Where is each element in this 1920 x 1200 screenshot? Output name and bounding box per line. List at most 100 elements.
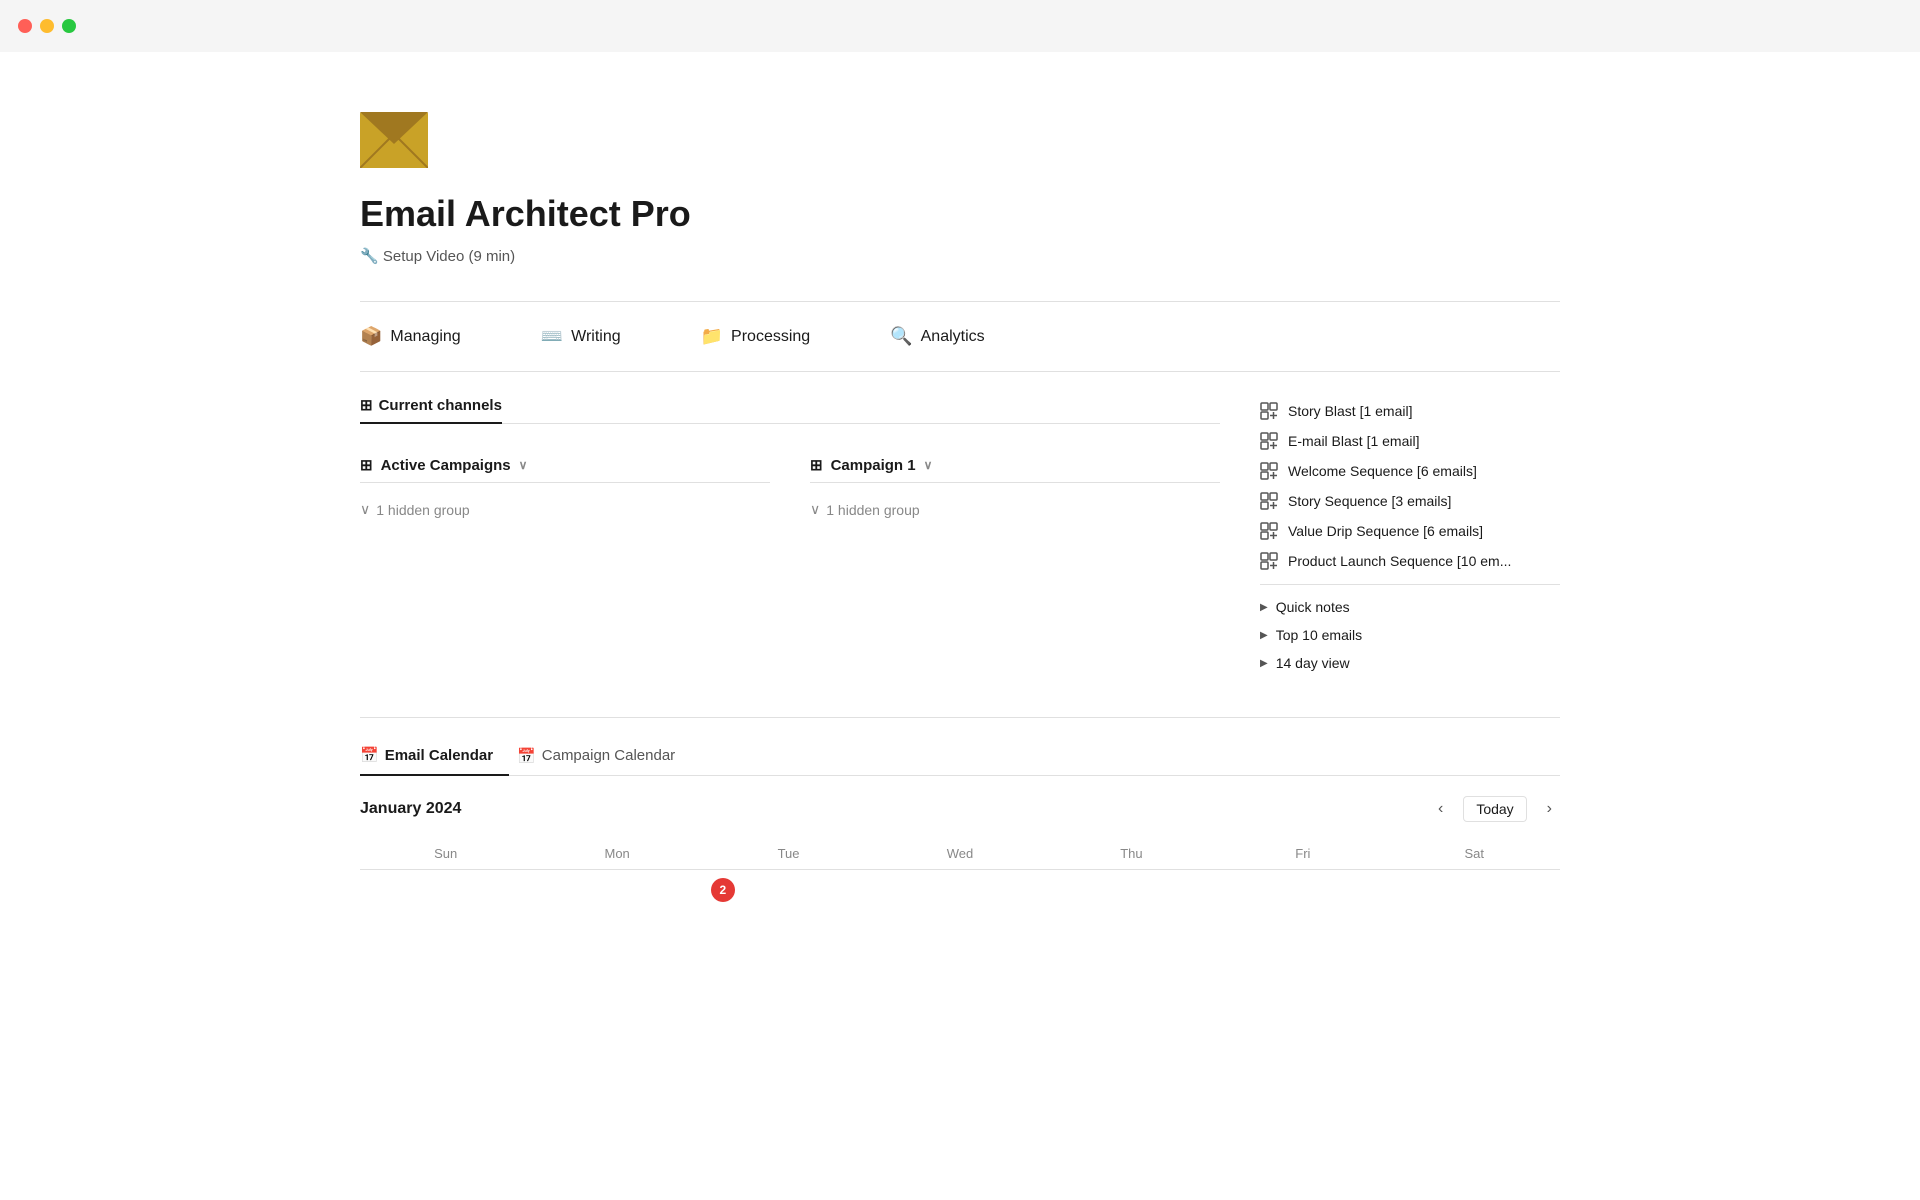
calendar-tabs: 📅 Email Calendar 📅 Campaign Calendar bbox=[360, 738, 1560, 776]
cal-cell-sun[interactable] bbox=[360, 869, 531, 949]
sidebar-item-story-blast[interactable]: Story Blast [1 email] bbox=[1260, 396, 1560, 426]
email-calendar-label: Email Calendar bbox=[385, 747, 493, 764]
db-views-row: ⊞ Active Campaigns ∨ ∨ 1 hidden group ⊞ … bbox=[360, 456, 1220, 524]
campaign-cal-icon: 📅 bbox=[517, 747, 536, 765]
top-10-label: Top 10 emails bbox=[1276, 627, 1362, 643]
setup-video-link[interactable]: 🔧 Setup Video (9 min) bbox=[360, 247, 1560, 265]
db-view-campaign-1: ⊞ Campaign 1 ∨ ∨ 1 hidden group bbox=[810, 456, 1220, 524]
processing-icon: 📁 bbox=[701, 326, 723, 347]
nav-managing-label: Managing bbox=[390, 328, 460, 346]
calendar-nav: ‹ Today › bbox=[1430, 796, 1560, 822]
campaign-1-hidden-group[interactable]: ∨ 1 hidden group bbox=[810, 495, 1220, 524]
tab-current-channels-label: Current channels bbox=[379, 397, 502, 414]
sidebar-divider bbox=[1260, 584, 1560, 585]
main-content: Email Architect Pro 🔧 Setup Video (9 min… bbox=[260, 52, 1660, 949]
cal-header-mon: Mon bbox=[531, 838, 702, 869]
cal-header-wed: Wed bbox=[874, 838, 1045, 869]
cal-cell-mon[interactable] bbox=[531, 869, 702, 949]
nav-writing-label: Writing bbox=[571, 328, 621, 346]
close-button[interactable] bbox=[18, 19, 32, 33]
top-10-arrow: ▶ bbox=[1260, 630, 1268, 641]
sidebar-items-list: Story Blast [1 email] E-mail Blast [1 em… bbox=[1260, 396, 1560, 576]
story-sequence-label: Story Sequence [3 emails] bbox=[1288, 493, 1451, 509]
campaign-1-label: Campaign 1 bbox=[831, 457, 916, 474]
cal-cell-fri[interactable] bbox=[1217, 869, 1388, 949]
right-sidebar: Story Blast [1 email] E-mail Blast [1 em… bbox=[1220, 396, 1560, 677]
page-title: Email Architect Pro bbox=[360, 193, 1560, 235]
quick-notes-arrow: ▶ bbox=[1260, 602, 1268, 613]
calendar-today-button[interactable]: Today bbox=[1463, 796, 1526, 822]
active-campaigns-hidden-group[interactable]: ∨ 1 hidden group bbox=[360, 495, 770, 524]
cal-cell-sat[interactable] bbox=[1389, 869, 1560, 949]
sidebar-14-day-view[interactable]: ▶ 14 day view bbox=[1260, 649, 1560, 677]
nav-analytics[interactable]: 🔍 Analytics bbox=[890, 326, 984, 347]
nav-managing[interactable]: 📦 Managing bbox=[360, 326, 461, 347]
sidebar-item-welcome-sequence[interactable]: Welcome Sequence [6 emails] bbox=[1260, 456, 1560, 486]
campaign-1-header[interactable]: ⊞ Campaign 1 ∨ bbox=[810, 456, 1220, 483]
campaign-1-hidden-label: 1 hidden group bbox=[826, 502, 919, 518]
tab-current-channels[interactable]: ⊞ Current channels bbox=[360, 396, 502, 424]
left-column: ⊞ Current channels ⊞ Active Campaigns ∨ … bbox=[360, 396, 1220, 544]
campaign-calendar-label: Campaign Calendar bbox=[542, 747, 675, 764]
cal-cell-thu[interactable] bbox=[1046, 869, 1217, 949]
nav-processing-label: Processing bbox=[731, 328, 810, 346]
nav-links: 📦 Managing ⌨️ Writing 📁 Processing 🔍 Ana… bbox=[360, 326, 1560, 372]
story-sequence-icon bbox=[1260, 492, 1278, 510]
calendar-section: 📅 Email Calendar 📅 Campaign Calendar Jan… bbox=[360, 717, 1560, 949]
active-campaigns-label: Active Campaigns bbox=[381, 457, 511, 474]
top-divider bbox=[360, 301, 1560, 302]
calendar-next-button[interactable]: › bbox=[1539, 796, 1560, 822]
today-indicator: 2 bbox=[711, 878, 735, 902]
db-view-active-campaigns: ⊞ Active Campaigns ∨ ∨ 1 hidden group bbox=[360, 456, 770, 524]
email-blast-icon bbox=[1260, 432, 1278, 450]
active-campaigns-header[interactable]: ⊞ Active Campaigns ∨ bbox=[360, 456, 770, 483]
nav-processing[interactable]: 📁 Processing bbox=[701, 326, 811, 347]
calendar-prev-button[interactable]: ‹ bbox=[1430, 796, 1451, 822]
sidebar-item-value-drip[interactable]: Value Drip Sequence [6 emails] bbox=[1260, 516, 1560, 546]
cal-cell-wed[interactable] bbox=[874, 869, 1045, 949]
cal-header-sun: Sun bbox=[360, 838, 531, 869]
sidebar-item-product-launch[interactable]: Product Launch Sequence [10 em... bbox=[1260, 546, 1560, 576]
tab-email-calendar[interactable]: 📅 Email Calendar bbox=[360, 738, 509, 776]
sidebar-item-email-blast[interactable]: E-mail Blast [1 email] bbox=[1260, 426, 1560, 456]
cal-header-tue: Tue bbox=[703, 838, 874, 869]
welcome-sequence-label: Welcome Sequence [6 emails] bbox=[1288, 463, 1477, 479]
envelope-icon bbox=[360, 112, 428, 168]
tab-campaign-calendar[interactable]: 📅 Campaign Calendar bbox=[517, 738, 691, 775]
story-blast-icon bbox=[1260, 402, 1278, 420]
sidebar-quick-notes[interactable]: ▶ Quick notes bbox=[1260, 593, 1560, 621]
sidebar-item-story-sequence[interactable]: Story Sequence [3 emails] bbox=[1260, 486, 1560, 516]
product-launch-label: Product Launch Sequence [10 em... bbox=[1288, 553, 1511, 569]
calendar-header: January 2024 ‹ Today › bbox=[360, 796, 1560, 822]
nav-analytics-label: Analytics bbox=[921, 328, 985, 346]
value-drip-label: Value Drip Sequence [6 emails] bbox=[1288, 523, 1483, 539]
analytics-icon: 🔍 bbox=[890, 326, 912, 347]
hidden-group-chevron-2: ∨ bbox=[810, 501, 820, 518]
14-day-arrow: ▶ bbox=[1260, 658, 1268, 669]
calendar-month-label: January 2024 bbox=[360, 800, 461, 818]
sidebar-top-10-emails[interactable]: ▶ Top 10 emails bbox=[1260, 621, 1560, 649]
managing-icon: 📦 bbox=[360, 326, 382, 347]
cal-header-fri: Fri bbox=[1217, 838, 1388, 869]
fullscreen-button[interactable] bbox=[62, 19, 76, 33]
story-blast-label: Story Blast [1 email] bbox=[1288, 403, 1413, 419]
minimize-button[interactable] bbox=[40, 19, 54, 33]
active-campaigns-chevron: ∨ bbox=[519, 458, 528, 472]
calendar-grid: Sun Mon Tue Wed Thu Fri Sat 2 bbox=[360, 838, 1560, 949]
titlebar bbox=[0, 0, 1920, 52]
section-tabs: ⊞ Current channels bbox=[360, 396, 1220, 424]
hidden-group-chevron-1: ∨ bbox=[360, 501, 370, 518]
sidebar-expandables: ▶ Quick notes ▶ Top 10 emails ▶ 14 day v… bbox=[1260, 593, 1560, 677]
cal-cell-tue[interactable]: 2 bbox=[703, 869, 874, 949]
welcome-sequence-icon bbox=[1260, 462, 1278, 480]
quick-notes-label: Quick notes bbox=[1276, 599, 1350, 615]
product-launch-icon bbox=[1260, 552, 1278, 570]
content-area: ⊞ Current channels ⊞ Active Campaigns ∨ … bbox=[360, 396, 1560, 677]
email-blast-label: E-mail Blast [1 email] bbox=[1288, 433, 1419, 449]
nav-writing[interactable]: ⌨️ Writing bbox=[541, 326, 621, 347]
active-campaigns-grid-icon: ⊞ bbox=[360, 456, 373, 474]
campaign-1-chevron: ∨ bbox=[924, 458, 933, 472]
14-day-label: 14 day view bbox=[1276, 655, 1350, 671]
page-icon-wrapper bbox=[360, 112, 1560, 173]
email-cal-icon: 📅 bbox=[360, 746, 379, 764]
